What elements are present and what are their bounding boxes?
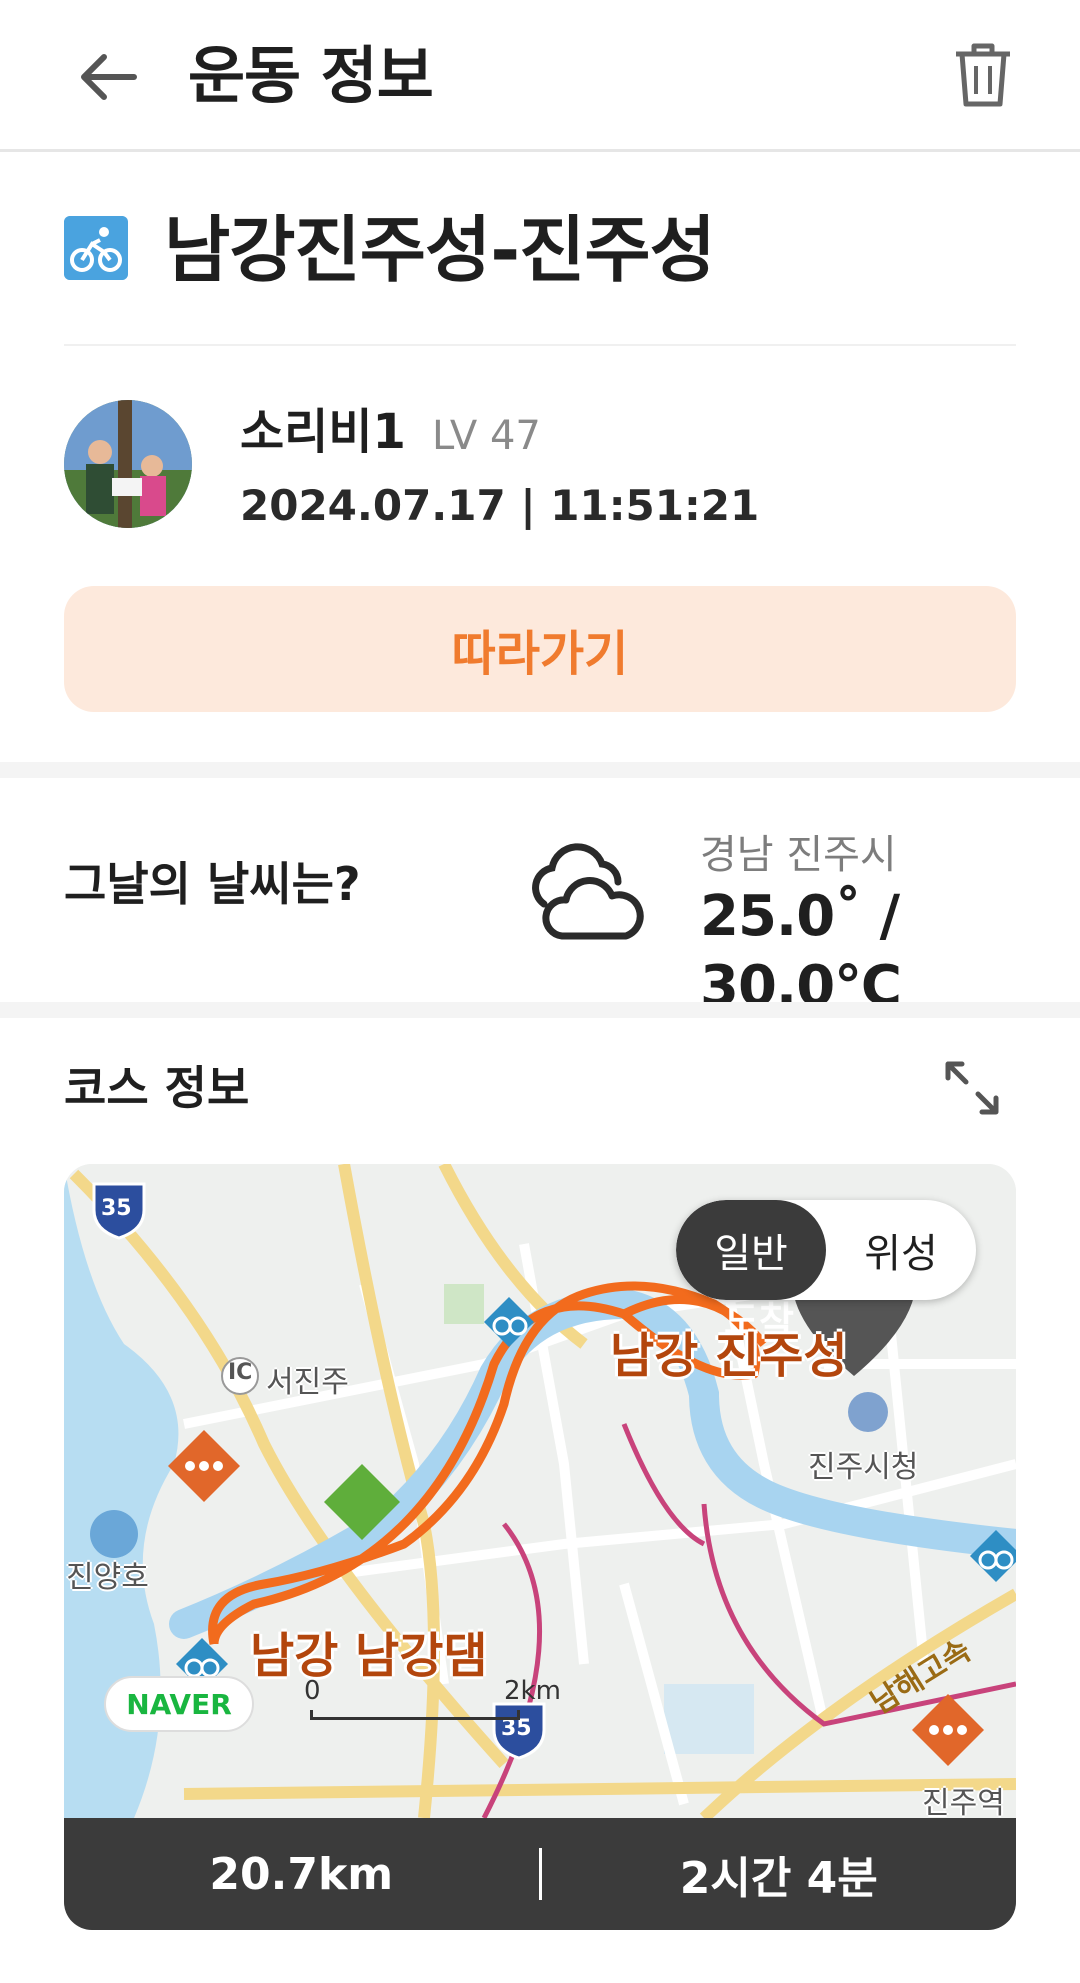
weather-location: 경남 진주시 (700, 832, 897, 878)
route-title: 남강진주성-진주성 (164, 208, 716, 292)
naver-logo: NAVER (104, 1676, 254, 1732)
map-label-jinyangho: 진양호 (66, 1560, 149, 1595)
follow-button[interactable]: 따라가기 (64, 586, 1016, 712)
course-distance: 20.7km (209, 1848, 394, 1900)
cloudy-icon (532, 843, 644, 940)
map-label-seojinju: 서진주 (266, 1365, 349, 1400)
activity-datetime: 2024.07.17 | 11:51:21 (240, 481, 760, 530)
course-stats-bar: 20.7km 2시간 4분 (64, 1818, 1016, 1930)
ic-label: IC (228, 1360, 253, 1385)
divider (0, 1002, 1080, 1018)
arrow-left-icon[interactable] (74, 42, 144, 112)
route-title-row: 남강진주성-진주성 (64, 206, 1016, 346)
page-title: 운동 정보 (188, 39, 434, 112)
user-name: 소리비1 (240, 404, 406, 460)
dam-icon (90, 1510, 138, 1558)
scale-end: 2km (504, 1676, 561, 1706)
user-info: 소리비1 LV 47 2024.07.17 | 11:51:21 (64, 400, 1016, 530)
app-header: 운동 정보 (0, 0, 1080, 152)
highway-number: 35 (101, 1196, 132, 1221)
scale-start: 0 (304, 1676, 321, 1706)
map-label-jinju-station: 진주역 (922, 1786, 1005, 1821)
bicycle-icon (64, 216, 128, 280)
map-label-jinju-cityhall: 진주시청 (808, 1450, 919, 1485)
weather-section: 그날의 날씨는? 경남 진주시 25.0˚ / 30.0℃ (0, 778, 1080, 1019)
scale-bar (310, 1710, 520, 1720)
map-label-namgang-jinjuseong: 남강 진주성 (610, 1328, 848, 1384)
weather-temperature: 25.0˚ / 30.0℃ (700, 884, 902, 1019)
weather-question: 그날의 날씨는? (64, 857, 361, 911)
map-label-namgang-dam: 남강 남강댐 (250, 1628, 488, 1684)
avatar[interactable] (64, 400, 192, 528)
view-option-satellite[interactable]: 위성 (826, 1200, 976, 1300)
view-option-normal[interactable]: 일반 (676, 1200, 826, 1300)
map-view-toggle[interactable]: 일반 위성 (676, 1200, 976, 1300)
cityhall-icon (848, 1392, 888, 1432)
user-level: LV 47 (432, 413, 541, 459)
course-duration: 2시간 4분 (679, 1853, 878, 1904)
expand-icon[interactable] (942, 1058, 1002, 1118)
trash-icon[interactable] (950, 40, 1016, 110)
divider (0, 762, 1080, 778)
course-map[interactable]: 도착 IC 서진주 진양호 남강 진주성 남강 남강댐 진주시청 남해고속 진주… (64, 1164, 1016, 1930)
course-title: 코스 정보 (64, 1061, 250, 1115)
